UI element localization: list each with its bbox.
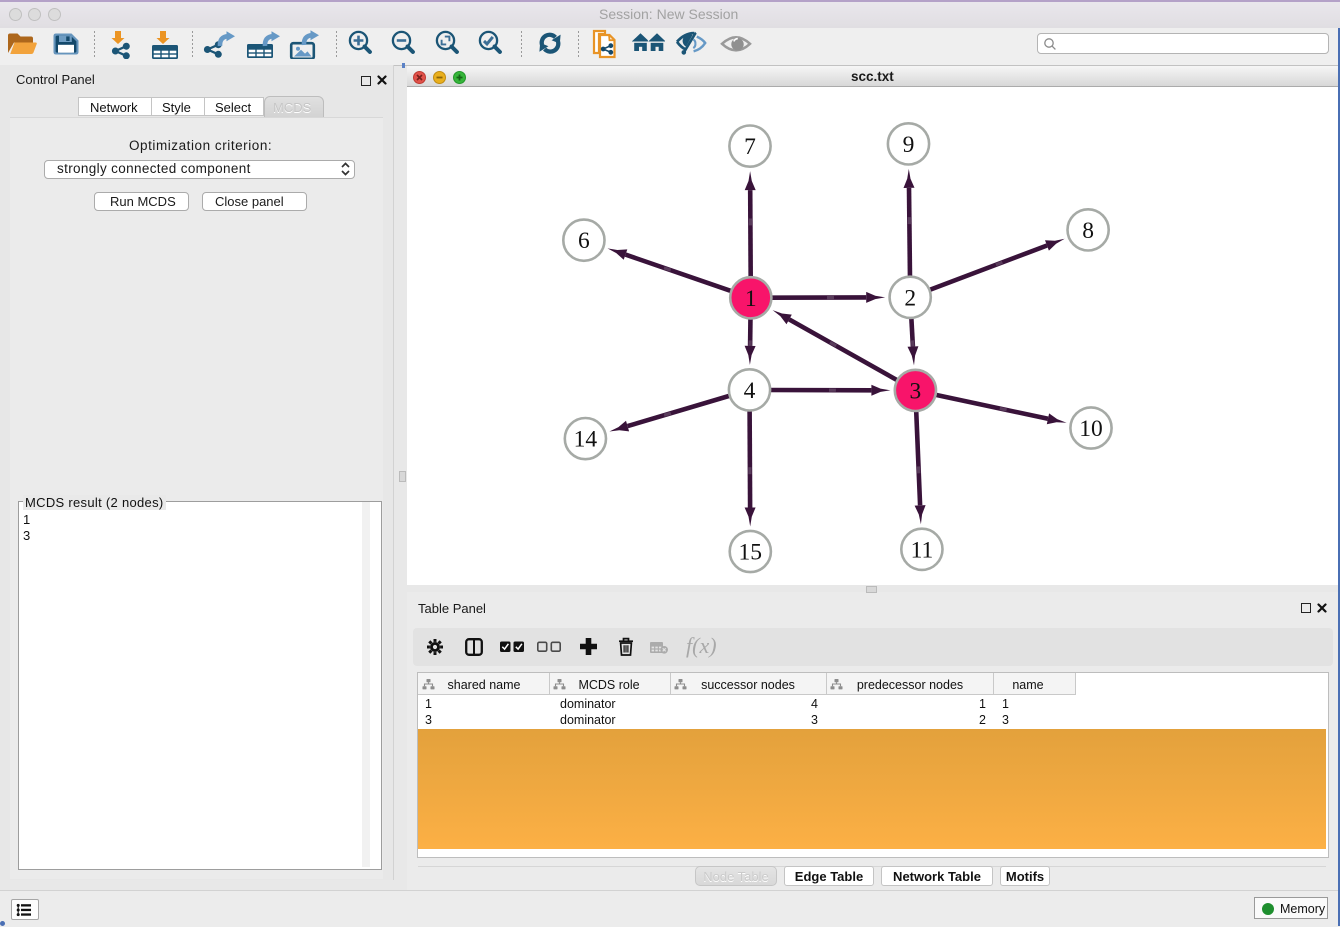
svg-text:6: 6 — [578, 228, 590, 254]
svg-text:10: 10 — [1079, 416, 1103, 442]
svg-text:2: 2 — [904, 285, 916, 311]
svg-text:9: 9 — [903, 132, 915, 158]
svg-text:14: 14 — [574, 427, 598, 453]
svg-text:4: 4 — [744, 378, 756, 404]
svg-text:8: 8 — [1082, 218, 1094, 244]
svg-text:3: 3 — [910, 378, 922, 404]
svg-text:11: 11 — [911, 537, 934, 563]
svg-text:15: 15 — [739, 540, 763, 566]
svg-text:1: 1 — [745, 286, 757, 312]
svg-text:7: 7 — [744, 134, 756, 160]
